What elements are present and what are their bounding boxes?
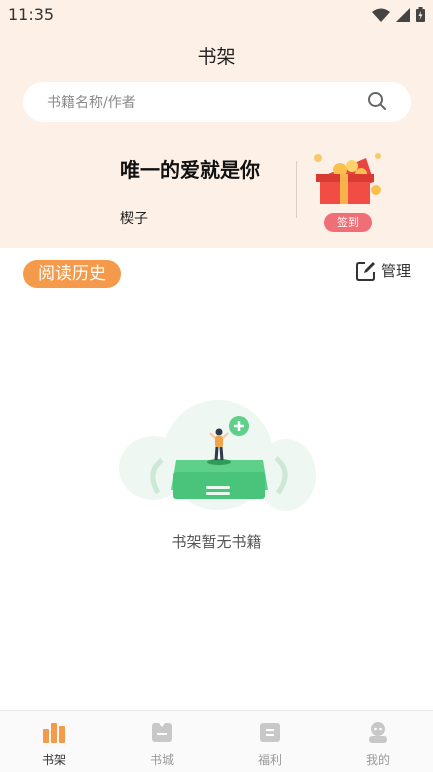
manage-button[interactable]: 管理	[356, 260, 411, 281]
status-icons	[372, 7, 425, 22]
featured-book-author: 楔子	[120, 211, 148, 227]
battery-icon	[416, 7, 425, 22]
tab-label: 我的	[365, 753, 390, 767]
store-icon	[152, 723, 172, 742]
tab-label: 福利	[257, 753, 282, 767]
tab-label: 书架	[41, 753, 66, 767]
featured-book-title[interactable]: 唯一的爱就是你	[120, 154, 260, 183]
status-time: 11:35	[8, 5, 55, 24]
tab-store[interactable]: 书城	[122, 721, 202, 768]
tab-bookshelf[interactable]: 书架	[14, 721, 94, 768]
edit-icon	[356, 261, 375, 281]
welfare-icon	[260, 723, 280, 742]
divider	[296, 161, 297, 218]
reading-history-label[interactable]: 阅读历史	[23, 260, 121, 288]
tab-profile[interactable]: 我的	[338, 721, 418, 768]
search-icon[interactable]	[367, 91, 387, 111]
gift-box-icon[interactable]	[306, 148, 390, 212]
tab-welfare[interactable]: 福利	[230, 721, 310, 768]
empty-state-message: 书架暂无书籍	[171, 533, 262, 551]
profile-icon	[369, 722, 387, 743]
bottom-tab-bar: 书架 书城 福利 我的	[0, 710, 433, 772]
manage-label: 管理	[381, 262, 412, 280]
page-title: 书架	[197, 46, 236, 68]
bookshelf-icon	[43, 723, 65, 743]
empty-bookshelf-illustration	[119, 400, 316, 511]
status-bar: 11:35	[0, 0, 433, 30]
tab-label: 书城	[149, 753, 174, 767]
search-placeholder: 书籍名称/作者	[47, 95, 136, 111]
wifi-icon	[372, 8, 390, 22]
signal-icon	[396, 7, 410, 22]
search-input[interactable]: 书籍名称/作者	[23, 82, 411, 122]
signin-button[interactable]: 签到	[324, 213, 372, 232]
